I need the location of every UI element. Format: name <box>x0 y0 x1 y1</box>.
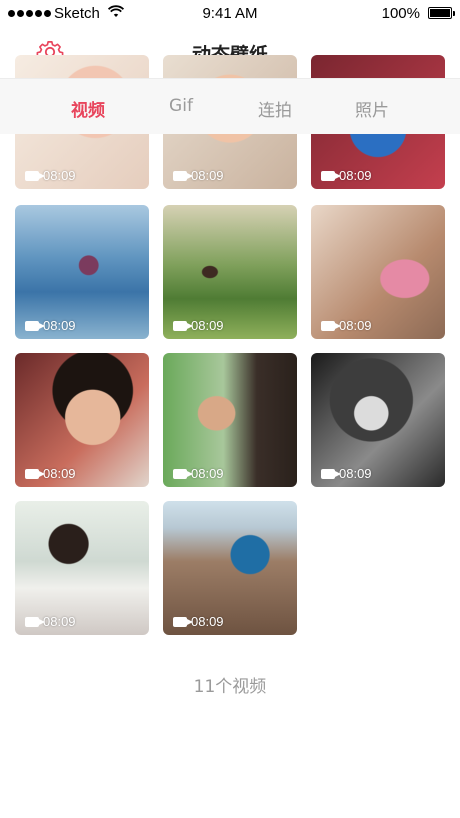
video-duration: 08:09 <box>191 466 224 481</box>
tab-photo[interactable]: 照片 <box>332 96 412 121</box>
video-camera-icon <box>173 468 193 479</box>
category-tabs: 视频 Gif 连拍 照片 <box>0 78 460 134</box>
video-duration: 08:09 <box>43 318 76 333</box>
video-thumbnail[interactable]: 08:09 <box>311 205 445 339</box>
video-camera-icon <box>25 616 45 627</box>
video-thumbnail[interactable]: 08:09 <box>15 501 149 635</box>
video-duration: 08:09 <box>43 466 76 481</box>
video-camera-icon <box>173 616 193 627</box>
video-camera-icon <box>321 468 341 479</box>
tab-gif[interactable]: Gif <box>141 96 221 116</box>
video-camera-icon <box>25 320 45 331</box>
video-thumbnail[interactable]: 08:09 <box>163 205 297 339</box>
video-duration: 08:09 <box>191 614 224 629</box>
video-thumbnail[interactable]: 08:09 <box>163 353 297 487</box>
video-duration: 08:09 <box>43 614 76 629</box>
tab-burst[interactable]: 连拍 <box>235 96 315 121</box>
video-duration: 08:09 <box>339 466 372 481</box>
video-camera-icon <box>173 320 193 331</box>
video-camera-icon <box>25 170 45 181</box>
video-duration: 08:09 <box>191 168 224 183</box>
video-duration: 08:09 <box>339 168 372 183</box>
tab-video[interactable]: 视频 <box>48 96 128 121</box>
video-camera-icon <box>25 468 45 479</box>
video-duration: 08:09 <box>191 318 224 333</box>
video-duration: 08:09 <box>339 318 372 333</box>
video-thumbnail[interactable]: 08:09 <box>15 353 149 487</box>
video-duration: 08:09 <box>43 168 76 183</box>
video-thumbnail[interactable]: 08:09 <box>163 501 297 635</box>
video-camera-icon <box>173 170 193 181</box>
video-thumbnail[interactable]: 08:09 <box>15 205 149 339</box>
video-camera-icon <box>321 320 341 331</box>
video-camera-icon <box>321 170 341 181</box>
video-thumbnail[interactable]: 08:09 <box>311 353 445 487</box>
